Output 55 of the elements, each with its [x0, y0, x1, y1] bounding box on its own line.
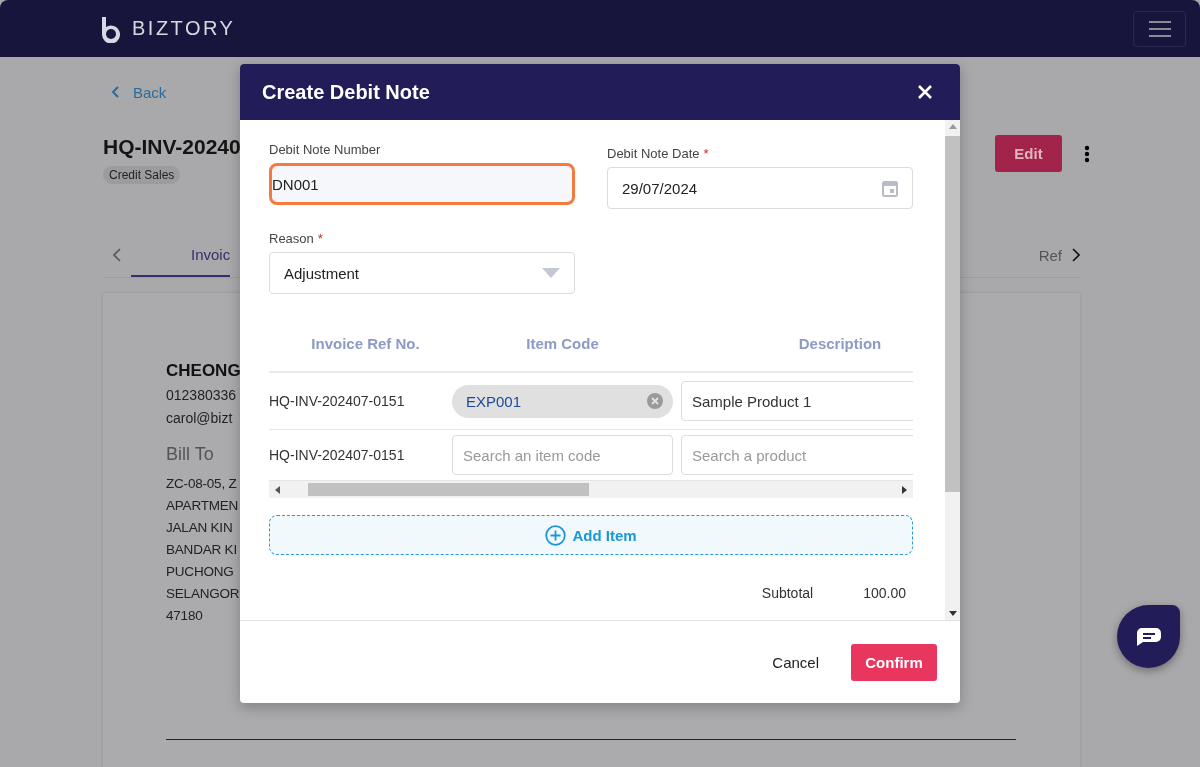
email-text: carol@bizt — [166, 409, 233, 428]
scroll-left-icon[interactable] — [275, 485, 281, 494]
column-header: Description — [798, 335, 882, 352]
item-code-search-field[interactable]: Search an item code — [452, 435, 673, 475]
table-cell: HQ-INV-202407-0151 — [269, 393, 405, 409]
caret-icon — [542, 268, 560, 278]
chat-button[interactable] — [1117, 605, 1180, 668]
table-cell: HQ-INV-202407-0151 — [269, 447, 405, 463]
description-field[interactable]: Sample Product 1 — [681, 381, 913, 421]
menu-button[interactable] — [1133, 10, 1186, 47]
company-name: CHEONG — [166, 361, 241, 381]
address-line: PUCHONG — [166, 563, 234, 581]
plus-circle-icon — [545, 524, 567, 546]
field-label: Reason — [269, 231, 314, 246]
address-line: 47180 — [166, 607, 203, 625]
tab[interactable]: Invoic — [131, 233, 231, 277]
field-label: Debit Note Date — [607, 146, 700, 161]
chevron-right-icon[interactable] — [1072, 248, 1080, 262]
close-icon[interactable] — [917, 84, 933, 100]
field-label: Debit Note Number — [269, 142, 381, 157]
scroll-right-icon[interactable] — [901, 485, 907, 494]
cancel-button[interactable]: Cancel — [766, 652, 825, 672]
column-header: Item Code — [526, 335, 599, 352]
required-mark: * — [317, 231, 323, 246]
chat-icon — [1135, 626, 1162, 647]
address-line: SELANGOR — [166, 585, 240, 603]
more-icon[interactable] — [1084, 144, 1090, 163]
chevron-left-icon — [111, 86, 119, 98]
item-code-chip[interactable]: EXP001 — [452, 384, 673, 418]
address-line: ZC-08-05, Z — [166, 475, 237, 493]
vertical-scrollbar[interactable] — [945, 120, 960, 620]
address-line: JALAN KIN — [166, 519, 233, 537]
scroll-down-icon[interactable] — [948, 610, 957, 616]
product-search-field[interactable]: Search a product — [681, 435, 913, 475]
dialog-title: Create Debit Note — [262, 80, 430, 104]
confirm-button[interactable]: Confirm — [851, 643, 937, 681]
total-value: 100.00 — [863, 585, 906, 601]
brand-name: BIZTORY — [132, 17, 236, 40]
invoice-title: HQ-INV-20240 — [103, 135, 241, 159]
input-field[interactable]: DN001 — [269, 163, 575, 205]
address-line: APARTMEN — [166, 497, 239, 515]
edit-button[interactable]: Edit — [995, 135, 1062, 172]
menu-icon — [1148, 20, 1171, 37]
horizontal-scrollbar[interactable] — [269, 481, 913, 498]
required-mark: * — [703, 146, 709, 161]
address-line: BANDAR KI — [166, 541, 237, 559]
total-label: Subtotal — [761, 585, 814, 601]
reason-dropdown[interactable]: Adjustment — [269, 252, 575, 294]
calendar-icon — [882, 179, 898, 197]
chevron-left-icon[interactable] — [113, 248, 121, 262]
column-header: Invoice Ref No. — [311, 335, 420, 352]
phone-text: 012380336 — [166, 386, 237, 405]
status-badge: Credit Sales — [103, 166, 181, 184]
bill-to-heading: Bill To — [166, 444, 214, 465]
date-field[interactable]: 29/07/2024 — [607, 167, 913, 209]
